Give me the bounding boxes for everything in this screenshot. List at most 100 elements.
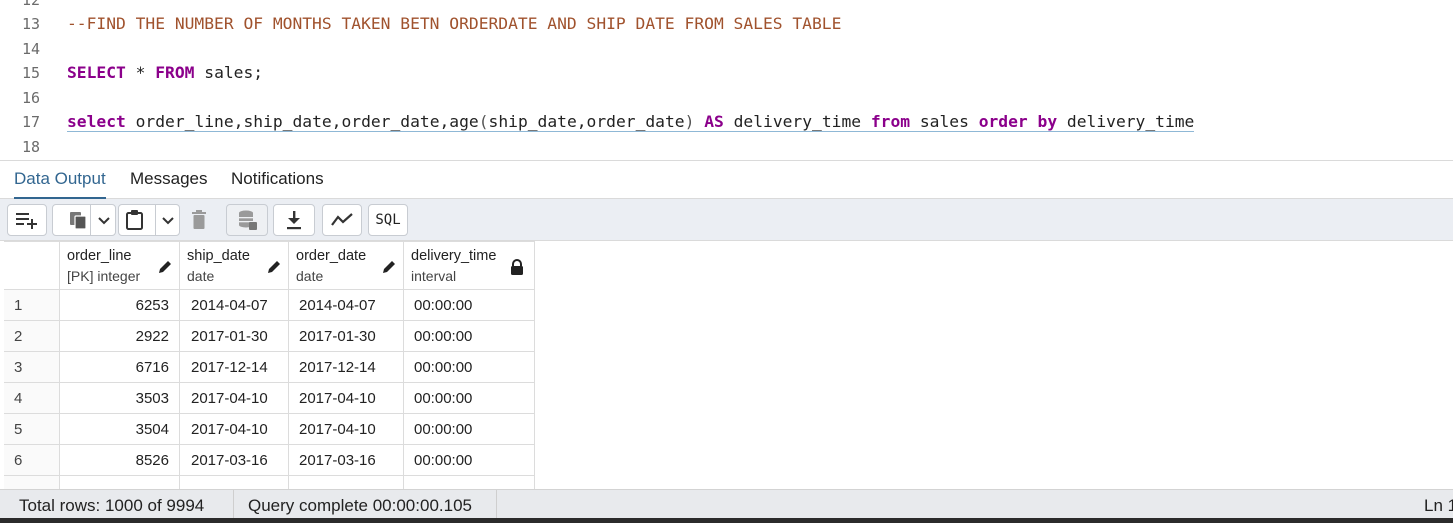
edit-pencil-icon <box>383 261 395 273</box>
column-type: interval <box>411 268 457 284</box>
cell-delivery-time[interactable] <box>404 476 535 489</box>
copy-icon <box>70 212 87 230</box>
cell-order-date[interactable]: 2017-04-10 <box>289 414 404 444</box>
cell-order-line[interactable]: 6716 <box>60 352 180 382</box>
cell-order-date[interactable]: 2017-03-16 <box>289 445 404 475</box>
sql-text: delivery_time <box>723 112 871 131</box>
table-row-partial[interactable] <box>4 476 535 489</box>
sql-text: ship_date,order_date <box>488 112 685 131</box>
data-toolbar: SQL <box>0 199 1453 241</box>
row-number[interactable]: 5 <box>4 414 60 444</box>
column-header-order-line[interactable]: order_line [PK] integer <box>60 242 180 291</box>
query-editor[interactable]: 12 13 --FIND THE NUMBER OF MONTHS TAKEN … <box>0 0 1453 160</box>
download-icon <box>287 211 301 230</box>
column-header-ship-date[interactable]: ship_date date <box>180 242 289 291</box>
column-name: order_line <box>67 248 132 264</box>
edit-pencil-icon <box>159 261 171 273</box>
copy-button-group[interactable] <box>52 204 116 236</box>
delete-button[interactable] <box>182 204 216 236</box>
cell-order-line[interactable]: 3504 <box>60 414 180 444</box>
code-line-query[interactable]: select order_line,ship_date,order_date,a… <box>67 112 1195 132</box>
cell-order-line[interactable]: 6253 <box>60 290 180 320</box>
row-number[interactable]: 4 <box>4 383 60 413</box>
row-number[interactable]: 1 <box>4 290 60 320</box>
cell-order-line[interactable]: 8526 <box>60 445 180 475</box>
cursor-position-status: Ln 1 <box>1424 496 1453 515</box>
grid-header: order_line [PK] integer ship_date date o… <box>4 241 535 291</box>
cell-order-line[interactable]: 2922 <box>60 321 180 351</box>
cell-order-date[interactable] <box>289 476 404 489</box>
code-line-comment[interactable]: --FIND THE NUMBER OF MONTHS TAKEN BETN O… <box>67 14 841 33</box>
sql-paren: ) <box>684 112 695 131</box>
cell-order-date[interactable]: 2017-12-14 <box>289 352 404 382</box>
sql-icon: SQL <box>375 212 401 228</box>
line-number: 14 <box>21 40 40 58</box>
column-name: order_date <box>296 248 367 264</box>
column-header-order-date[interactable]: order_date date <box>289 242 404 291</box>
column-name: delivery_time <box>411 248 497 264</box>
cell-delivery-time[interactable]: 00:00:00 <box>404 352 535 382</box>
row-number[interactable] <box>4 476 60 489</box>
add-row-button[interactable] <box>7 204 47 236</box>
column-header-delivery-time[interactable]: delivery_time interval <box>404 242 535 291</box>
edit-pencil-icon <box>268 261 280 273</box>
graph-icon <box>331 213 353 226</box>
row-number[interactable]: 6 <box>4 445 60 475</box>
sql-button[interactable]: SQL <box>368 204 408 236</box>
cell-delivery-time[interactable]: 00:00:00 <box>404 445 535 475</box>
save-data-button[interactable] <box>226 204 268 236</box>
cell-ship-date[interactable] <box>180 476 289 489</box>
line-number: 17 <box>21 113 40 131</box>
cell-ship-date[interactable]: 2017-01-30 <box>180 321 289 351</box>
row-number[interactable]: 3 <box>4 352 60 382</box>
table-row[interactable]: 3 6716 2017-12-14 2017-12-14 00:00:00 <box>4 352 535 383</box>
download-button[interactable] <box>273 204 315 236</box>
cell-delivery-time[interactable]: 00:00:00 <box>404 383 535 413</box>
cell-order-date[interactable]: 2017-04-10 <box>289 383 404 413</box>
chevron-down-icon[interactable] <box>161 216 175 226</box>
query-complete-status: Query complete 00:00:00.105 <box>248 496 472 515</box>
sql-text: order_line,ship_date,order_date,age <box>125 112 479 131</box>
row-number[interactable]: 2 <box>4 321 60 351</box>
sql-keyword: SELECT <box>67 63 126 82</box>
cell-ship-date[interactable]: 2014-04-07 <box>180 290 289 320</box>
column-type: date <box>187 268 215 284</box>
chevron-down-icon[interactable] <box>97 216 111 226</box>
save-data-icon <box>239 210 257 230</box>
result-tabs: Data Output Messages Notifications <box>0 160 1453 200</box>
cell-order-line[interactable]: 3503 <box>60 383 180 413</box>
cell-delivery-time[interactable]: 00:00:00 <box>404 290 535 320</box>
sql-keyword: FROM <box>155 63 195 82</box>
table-row[interactable]: 2 2922 2017-01-30 2017-01-30 00:00:00 <box>4 321 535 352</box>
sql-keyword: from <box>870 112 911 131</box>
total-rows-status: Total rows: 1000 of 9994 <box>19 496 205 515</box>
line-number: 12 <box>21 0 40 9</box>
sql-text: delivery_time <box>1057 112 1195 131</box>
row-number-header[interactable] <box>4 242 60 291</box>
line-number: 13 <box>21 15 40 33</box>
cell-delivery-time[interactable]: 00:00:00 <box>404 414 535 444</box>
line-number: 18 <box>21 138 40 156</box>
graph-visualiser-button[interactable] <box>322 204 362 236</box>
cell-ship-date[interactable]: 2017-04-10 <box>180 383 289 413</box>
tab-messages[interactable]: Messages <box>130 169 207 197</box>
cell-order-date[interactable]: 2014-04-07 <box>289 290 404 320</box>
cell-ship-date[interactable]: 2017-12-14 <box>180 352 289 382</box>
line-number: 16 <box>21 89 40 107</box>
paste-button-group[interactable] <box>118 204 180 236</box>
line-number: 15 <box>21 64 40 82</box>
tab-data-output[interactable]: Data Output <box>14 169 106 200</box>
cell-ship-date[interactable]: 2017-04-10 <box>180 414 289 444</box>
cell-order-line[interactable] <box>60 476 180 489</box>
tab-notifications[interactable]: Notifications <box>231 169 324 197</box>
table-row[interactable]: 4 3503 2017-04-10 2017-04-10 00:00:00 <box>4 383 535 414</box>
cell-order-date[interactable]: 2017-01-30 <box>289 321 404 351</box>
table-row[interactable]: 1 6253 2014-04-07 2014-04-07 00:00:00 <box>4 290 535 321</box>
sql-text: sales <box>910 112 979 131</box>
table-row[interactable]: 5 3504 2017-04-10 2017-04-10 00:00:00 <box>4 414 535 445</box>
cell-ship-date[interactable]: 2017-03-16 <box>180 445 289 475</box>
lock-icon <box>511 259 523 275</box>
cell-delivery-time[interactable]: 00:00:00 <box>404 321 535 351</box>
code-line-select-all[interactable]: SELECT * FROM sales; <box>67 63 263 82</box>
table-row[interactable]: 6 8526 2017-03-16 2017-03-16 00:00:00 <box>4 445 535 476</box>
